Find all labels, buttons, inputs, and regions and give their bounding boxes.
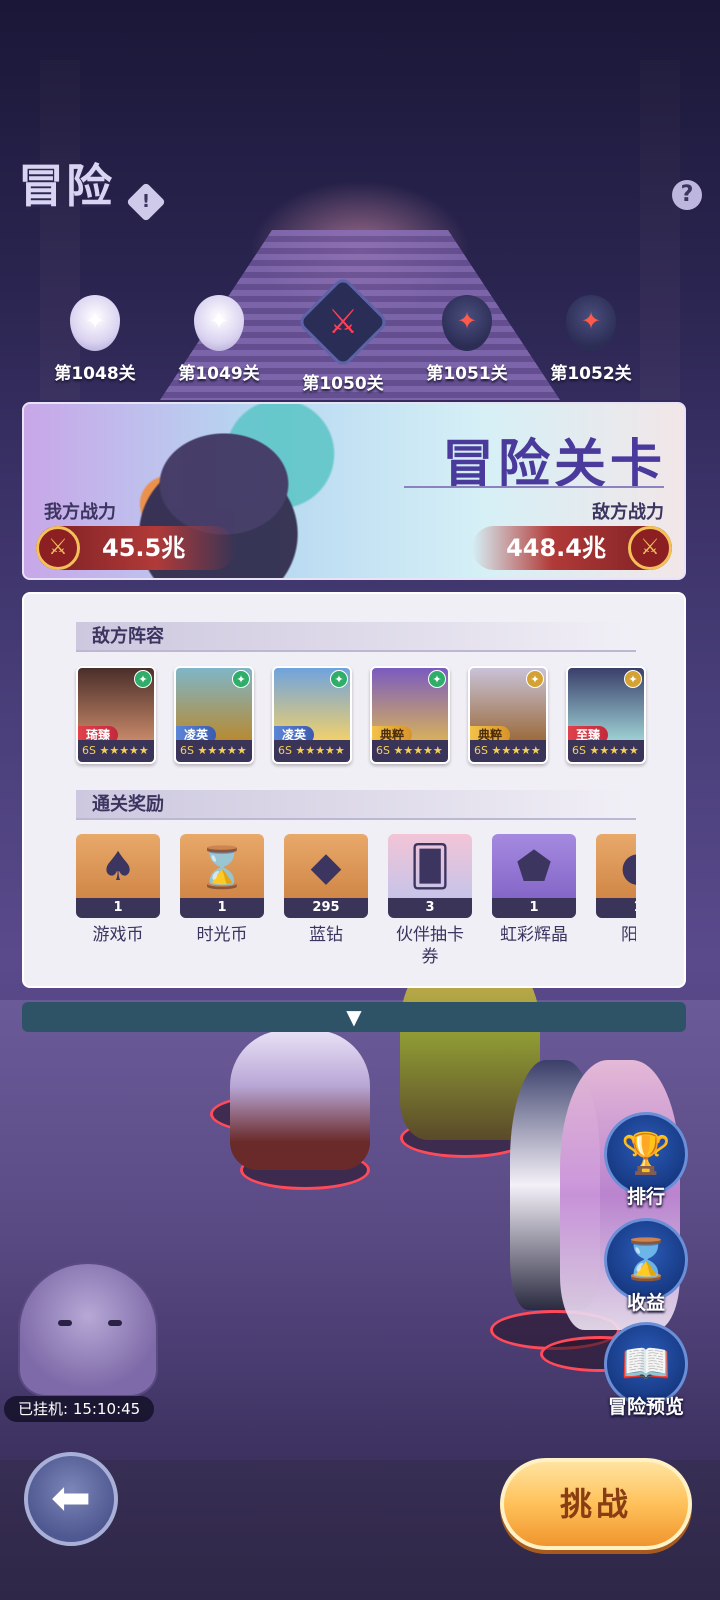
hero-star-rating: 6S ★★★★★: [372, 740, 448, 762]
enemy-lineup: ✦ 琦臻 6S ★★★★★ ✦ 凌英 6S ★★★★★ ✦ 凌英 6S ★★★★★ ✦ 典粹 6S ★…: [76, 666, 666, 766]
sun-crystal-icon: ●: [596, 844, 636, 890]
reward-item[interactable]: ●1阳光: [596, 834, 636, 946]
sword-power-icon: ⚔: [628, 526, 672, 570]
side-button-label: 排行: [626, 1186, 665, 1208]
side-button-label: 冒险预览: [607, 1396, 684, 1418]
reward-name: 蓝钻: [309, 925, 343, 945]
reward-name: 游戏币: [92, 925, 144, 945]
card-ticket-icon: 🂠: [409, 844, 451, 890]
side-button-label: 收益: [626, 1292, 665, 1314]
star-icon: ✦: [442, 295, 492, 351]
element-icon: ✦: [330, 670, 348, 688]
reward-count: 1: [596, 898, 636, 918]
reward-icon-box: ◆ 295: [284, 834, 368, 918]
title-info-icon[interactable]: !: [126, 182, 166, 222]
chevron-down-icon: ▼: [346, 1005, 362, 1029]
side-button-hourglass[interactable]: ⌛ 收益: [596, 1218, 696, 1315]
hero-star-rating: 6S ★★★★★: [176, 740, 252, 762]
stage-track: ✦ 第1048关 ✦ 第1049关 ⚔ 第1050关 ✦ 第1051关 ✦ 第1052关: [40, 275, 680, 395]
hero-star-rating: 6S ★★★★★: [274, 740, 350, 762]
side-button-book[interactable]: 📖 冒险预览: [596, 1322, 696, 1419]
enemy-hero-card[interactable]: ✦ 典粹 6S ★★★★★: [468, 666, 548, 764]
divider: [404, 486, 664, 488]
reward-icon-box: ♠ 1: [76, 834, 160, 918]
element-icon: ✦: [624, 670, 642, 688]
stage-label: 第1052关: [550, 364, 632, 384]
sword-power-icon: ⚔: [36, 526, 80, 570]
reward-item[interactable]: ♠ 1 游戏币: [76, 834, 160, 946]
side-button-trophy[interactable]: 🏆 排行: [596, 1112, 696, 1209]
stage-info-panel[interactable]: 敌方阵容 ✦ 琦臻 6S ★★★★★ ✦ 凌英 6S ★★★★★ ✦ 凌英 6S ★★★★★ ✦ 典…: [22, 592, 686, 988]
diamond-icon: ◆: [310, 844, 342, 890]
reward-icon-box: 🂠 3: [388, 834, 472, 918]
reward-count: 3: [388, 898, 472, 918]
my-power-value: 45.5兆: [102, 534, 186, 562]
hero-star-rating: 6S ★★★★★: [470, 740, 546, 762]
reward-count: 1: [76, 898, 160, 918]
sparkle-icon: ✦: [70, 295, 120, 351]
reward-count: 295: [284, 898, 368, 918]
enemy-hero-card[interactable]: ✦ 凌英 6S ★★★★★: [272, 666, 352, 764]
idle-timer: 已挂机: 15:10:45: [4, 1396, 155, 1422]
enemy-hero-card[interactable]: ✦ 至臻 6S ★★★★★: [566, 666, 646, 764]
adventure-stage-banner: 冒险关卡 我方战力 敌方战力 ⚔ 45.5兆 448.4兆 ⚔: [22, 402, 686, 580]
sparkle-icon: ✦: [194, 295, 244, 351]
enemy-power-value: 448.4兆: [506, 534, 606, 562]
back-button[interactable]: ⬅: [24, 1452, 118, 1546]
crystal-icon: ⬟: [516, 844, 552, 890]
reward-name: 时光币: [196, 925, 248, 945]
reward-name: 虹彩辉晶: [500, 925, 568, 945]
idle-time: 15:10:45: [72, 1400, 141, 1418]
collapse-toggle[interactable]: ▼: [22, 1002, 686, 1032]
enemy-power-pill: 448.4兆 ⚔: [472, 526, 672, 570]
element-icon: ✦: [232, 670, 250, 688]
idle-label: 已挂机:: [18, 1400, 69, 1418]
my-power-label: 我方战力: [44, 502, 116, 523]
reward-icon-box: ⬟ 1: [492, 834, 576, 918]
reward-count: 1: [492, 898, 576, 918]
element-icon: ✦: [428, 670, 446, 688]
enemy-power-label: 敌方战力: [592, 502, 664, 523]
my-power-pill: ⚔ 45.5兆: [36, 526, 236, 570]
coin-icon: ♠: [100, 844, 136, 890]
rewards-list[interactable]: ♠1游戏币⌛1时光币◆295蓝钻🂠3伙伴抽卡券⬟1虹彩辉晶●1阳光: [76, 834, 636, 974]
reward-item[interactable]: ⬟ 1 虹彩辉晶: [492, 834, 576, 946]
stage-node[interactable]: ✦ 第1049关: [164, 295, 274, 384]
page-title: 冒险: [18, 159, 114, 213]
hero-star-rating: 6S ★★★★★: [78, 740, 154, 762]
enemy-unit-knight: [230, 1030, 370, 1170]
stage-node[interactable]: ✦ 第1051关: [412, 295, 522, 384]
reward-name: 阳光: [621, 925, 636, 945]
stage-label: 第1051关: [426, 364, 508, 384]
reward-item[interactable]: ⌛ 1 时光币: [180, 834, 264, 946]
idle-pet-avatar[interactable]: [18, 1262, 158, 1397]
stage-label: 第1049关: [178, 364, 260, 384]
stage-label: 第1048关: [54, 364, 136, 384]
enemy-hero-card[interactable]: ✦ 凌英 6S ★★★★★: [174, 666, 254, 764]
rewards-heading: 通关奖励: [76, 790, 636, 820]
arrow-left-icon: ⬅: [50, 1470, 92, 1526]
enemy-lineup-heading: 敌方阵容: [76, 622, 636, 652]
hourglass-icon: ⌛: [197, 845, 247, 891]
reward-item[interactable]: 🂠 3 伙伴抽卡券: [388, 834, 472, 968]
reward-icon-box: ●1: [596, 834, 636, 918]
stage-label: 第1050关: [302, 374, 384, 394]
hero-star-rating: 6S ★★★★★: [568, 740, 644, 762]
stage-node[interactable]: ✦ 第1052关: [536, 295, 646, 384]
help-icon[interactable]: ?: [672, 180, 702, 210]
stage-node[interactable]: ⚔ 第1050关: [288, 275, 398, 394]
stage-node[interactable]: ✦ 第1048关: [40, 295, 150, 384]
reward-name: 伙伴抽卡券: [396, 925, 464, 967]
challenge-button[interactable]: 挑战: [500, 1458, 692, 1550]
enemy-hero-card[interactable]: ✦ 典粹 6S ★★★★★: [370, 666, 450, 764]
reward-count: 1: [180, 898, 264, 918]
element-icon: ✦: [526, 670, 544, 688]
reward-icon-box: ⌛ 1: [180, 834, 264, 918]
star-icon: ✦: [566, 295, 616, 351]
element-icon: ✦: [134, 670, 152, 688]
enemy-hero-card[interactable]: ✦ 琦臻 6S ★★★★★: [76, 666, 156, 764]
reward-item[interactable]: ◆ 295 蓝钻: [284, 834, 368, 946]
